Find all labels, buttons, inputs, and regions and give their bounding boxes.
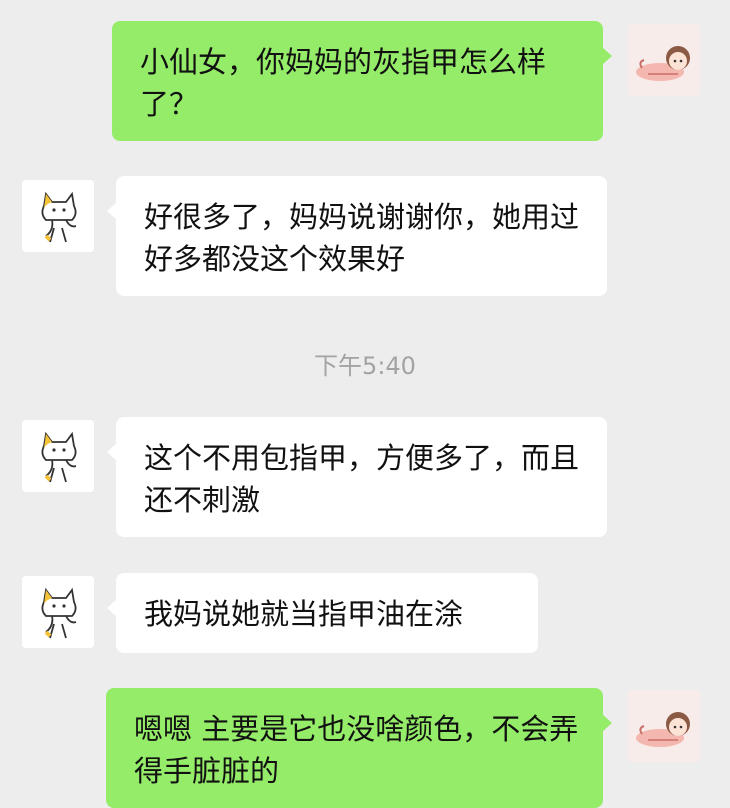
girl-lying-avatar-icon [628, 690, 700, 762]
message-bubble-outgoing[interactable]: 小仙女，你妈妈的灰指甲怎么样了？ [112, 21, 612, 141]
contact-avatar[interactable] [22, 576, 94, 648]
cat-sticker-avatar-icon [22, 576, 94, 648]
my-avatar[interactable] [628, 690, 700, 762]
message-bubble-outgoing[interactable]: 嗯嗯 主要是它也没啥颜色，不会弄得手脏脏的 [106, 688, 612, 808]
message-bubble-incoming[interactable]: 我妈说她就当指甲油在涂 [107, 573, 538, 653]
girl-lying-avatar-icon [628, 24, 700, 96]
my-avatar[interactable] [628, 24, 700, 96]
contact-avatar[interactable] [22, 180, 94, 252]
message-bubble-incoming[interactable]: 这个不用包指甲，方便多了，而且还不刺激 [107, 417, 607, 537]
cat-sticker-avatar-icon [22, 420, 94, 492]
message-bubble-incoming[interactable]: 好很多了，妈妈说谢谢你，她用过好多都没这个效果好 [107, 176, 607, 296]
timestamp: 下午5:40 [314, 352, 416, 380]
contact-avatar[interactable] [22, 420, 94, 492]
cat-sticker-avatar-icon [22, 180, 94, 252]
